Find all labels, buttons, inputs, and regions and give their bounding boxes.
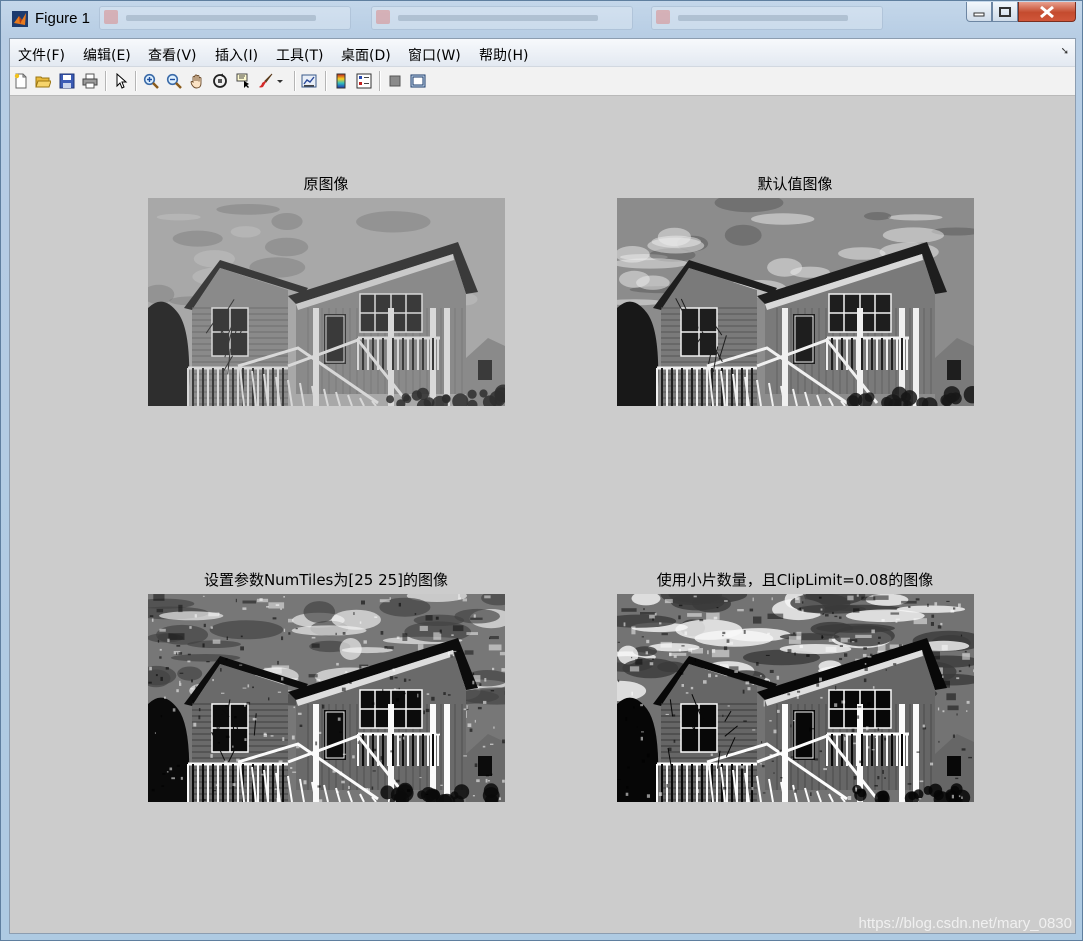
toolbar-separator xyxy=(325,71,327,91)
subplot-image-default xyxy=(617,198,974,406)
window-controls xyxy=(966,2,1076,22)
brush-icon[interactable] xyxy=(258,73,274,89)
background-tab-ghost xyxy=(371,6,633,30)
figure-canvas: 原图像 默认值图像 设置参数NumTiles为[25 25]的图像 使用小片数量… xyxy=(10,96,1075,933)
menu-help[interactable]: 帮助(H) xyxy=(479,45,528,65)
background-tab-ghost xyxy=(99,6,351,30)
show-plot-tools-icon[interactable] xyxy=(410,73,426,89)
legend-icon[interactable] xyxy=(356,73,372,89)
maximize-button[interactable] xyxy=(992,2,1018,22)
colorbar-icon[interactable] xyxy=(333,73,349,89)
minimize-button[interactable] xyxy=(966,2,992,22)
background-tab-ghost xyxy=(651,6,883,30)
rotate-3d-icon[interactable] xyxy=(212,73,228,89)
subplot-title-cliplimit: 使用小片数量，且ClipLimit=0.08的图像 xyxy=(656,571,934,589)
menubar-overflow-icon[interactable]: ➘ xyxy=(1061,46,1069,57)
menu-window[interactable]: 窗口(W) xyxy=(408,45,461,65)
link-plot-icon[interactable] xyxy=(301,73,317,89)
menu-tools[interactable]: 工具(T) xyxy=(276,45,323,65)
pan-hand-icon[interactable] xyxy=(189,73,205,89)
subplot-title-numtiles: 设置参数NumTiles为[25 25]的图像 xyxy=(203,571,449,589)
menu-desktop[interactable]: 桌面(D) xyxy=(341,45,391,65)
window-title: Figure 1 xyxy=(35,10,91,27)
print-icon[interactable] xyxy=(82,73,98,89)
new-figure-icon[interactable] xyxy=(13,73,29,89)
subplot-image-numtiles xyxy=(148,594,505,802)
figure-window: Figure 1 文件(F) 编辑(E) 查看(V) 插入(I) 工具(T) 桌… xyxy=(0,0,1083,941)
subplot-title-original: 原图像 xyxy=(303,175,349,193)
toolbar-separator xyxy=(379,71,381,91)
toolbar-separator xyxy=(135,71,137,91)
save-icon[interactable] xyxy=(59,73,75,89)
title-bar[interactable]: Figure 1 xyxy=(1,1,1082,37)
open-file-icon[interactable] xyxy=(35,73,51,89)
zoom-out-icon[interactable] xyxy=(166,73,182,89)
figure-client-area: 文件(F) 编辑(E) 查看(V) 插入(I) 工具(T) 桌面(D) 窗口(W… xyxy=(9,38,1076,934)
edit-plot-arrow-icon[interactable] xyxy=(113,73,129,89)
menu-insert[interactable]: 插入(I) xyxy=(215,45,258,65)
menu-view[interactable]: 查看(V) xyxy=(148,45,197,65)
data-cursor-icon[interactable] xyxy=(235,73,251,89)
toolbar-separator xyxy=(294,71,296,91)
subplot-title-default: 默认值图像 xyxy=(757,175,833,193)
subplot-image-original xyxy=(148,198,505,406)
minimize-icon xyxy=(973,12,985,16)
figure-toolbar xyxy=(10,67,1075,96)
subplot-image-cliplimit xyxy=(617,594,974,802)
menu-edit[interactable]: 编辑(E) xyxy=(83,45,131,65)
menu-file[interactable]: 文件(F) xyxy=(18,45,65,65)
close-icon xyxy=(1040,5,1054,18)
menu-bar: 文件(F) 编辑(E) 查看(V) 插入(I) 工具(T) 桌面(D) 窗口(W… xyxy=(10,39,1075,67)
maximize-icon xyxy=(999,6,1011,17)
brush-dropdown-icon[interactable] xyxy=(275,73,285,89)
close-button[interactable] xyxy=(1018,2,1076,22)
toolbar-separator xyxy=(105,71,107,91)
watermark-text: https://blog.csdn.net/mary_0830 xyxy=(858,915,1072,932)
hide-plot-tools-icon[interactable] xyxy=(387,73,403,89)
matlab-logo-icon xyxy=(12,11,28,27)
zoom-in-icon[interactable] xyxy=(143,73,159,89)
